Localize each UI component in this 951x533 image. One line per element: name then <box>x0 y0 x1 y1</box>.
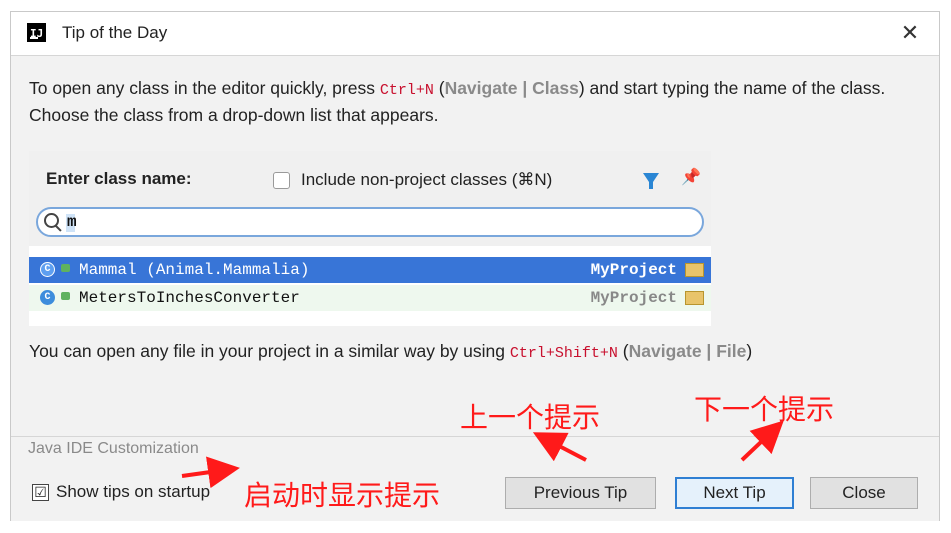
arrow-to-next <box>740 420 784 462</box>
arrow-to-startup <box>181 456 240 489</box>
annotation-arrows <box>181 420 784 489</box>
arrow-to-previous <box>532 432 587 462</box>
